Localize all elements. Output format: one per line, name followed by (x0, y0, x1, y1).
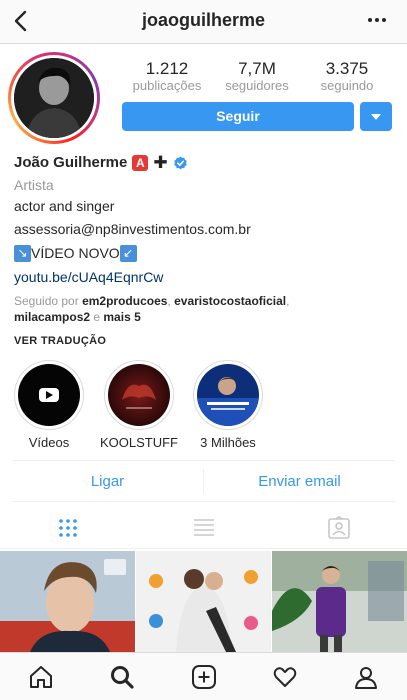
nav-search[interactable] (81, 653, 162, 700)
highlight-videos[interactable]: Vídeos (9, 360, 89, 450)
profile-category: Artista (14, 177, 54, 193)
post-thumbnail[interactable] (0, 551, 135, 652)
following-count: 3.375 (325, 59, 369, 78)
posts-label: publicações (132, 78, 202, 93)
top-bar: joaoguilherme (0, 0, 407, 44)
bottom-navigation (0, 652, 407, 700)
home-icon (29, 665, 52, 688)
nav-new-post[interactable] (163, 653, 244, 700)
grid-icon (59, 518, 77, 537)
verified-badge-icon (173, 155, 187, 169)
profile-icon (355, 666, 378, 689)
bio-link[interactable]: youtu.be/cUAq4EqnrCw (14, 267, 399, 287)
followed-separator-2: , (286, 294, 290, 308)
add-icon (191, 664, 216, 689)
tab-grid[interactable] (0, 507, 136, 548)
call-button[interactable]: Ligar (12, 461, 203, 501)
profile-avatar-ring[interactable] (8, 52, 100, 144)
see-translation-link[interactable]: VER TRADUÇÃO (14, 335, 399, 347)
stat-followers[interactable]: 7,7M seguidores (212, 60, 302, 96)
followed-by[interactable]: Seguido por em2producoes, evaristocostao… (14, 293, 399, 325)
stat-posts[interactable]: 1.212 publicações (122, 60, 212, 96)
bio-text: actor and singer (14, 198, 115, 214)
post-grid (0, 551, 407, 652)
highlight-label: 3 Milhões (200, 435, 256, 450)
search-icon (111, 665, 134, 689)
followed-and: e (90, 310, 104, 324)
tab-list[interactable] (136, 507, 272, 548)
followed-more: mais 5 (103, 310, 141, 324)
profile-tabs (0, 507, 407, 549)
following-label: seguindo (320, 78, 374, 93)
more-options-icon[interactable] (367, 10, 387, 30)
a-button-emoji: A (132, 155, 149, 171)
story-highlights: Vídeos KOOLSTUFF 3 Milhões (0, 360, 407, 452)
follower-name-1: em2producoes (82, 294, 168, 308)
bio-video-text: VÍDEO NOVO (31, 245, 120, 261)
profile-bio: João Guilherme A ✚ Artista actor and sin… (14, 152, 399, 347)
bio-email[interactable]: assessoria@np8investimentos.com.br (14, 219, 399, 239)
highlight-videos-cover (18, 364, 80, 426)
bio-video-line: ↘ VÍDEO NOVO ↙ (14, 243, 399, 263)
list-icon (193, 518, 214, 536)
send-email-button[interactable]: Enviar email (204, 461, 395, 501)
highlight-label: Vídeos (28, 435, 70, 450)
highlight-label: KOOLSTUFF (99, 435, 178, 450)
avatar (14, 58, 94, 138)
follow-button[interactable]: Seguir (122, 102, 354, 131)
follower-name-3: milacampos2 (14, 310, 91, 324)
highlight-3-milhoes-cover (197, 364, 259, 426)
profile-name-row: João Guilherme A ✚ (14, 152, 399, 174)
suggestions-dropdown-button[interactable] (360, 102, 392, 131)
nav-profile[interactable] (326, 653, 407, 700)
highlight-koolstuff[interactable]: KOOLSTUFF (99, 360, 179, 450)
followers-label: seguidores (225, 78, 289, 93)
post-thumbnail[interactable] (136, 551, 271, 652)
posts-count: 1.212 (145, 59, 189, 78)
followed-by-prefix: Seguido por (14, 294, 83, 308)
follower-name-2: evaristocostaoficial (174, 294, 287, 308)
arrow-down-right-emoji: ↘ (14, 244, 31, 262)
plus-emoji: ✚ (153, 153, 168, 172)
arrow-down-left-emoji: ↙ (119, 244, 137, 262)
tagged-icon (328, 515, 350, 539)
username-title: joaoguilherme (141, 10, 266, 30)
followers-count: 7,7M (238, 59, 276, 78)
nav-home[interactable] (0, 653, 81, 700)
profile-stats: 1.212 publicações 7,7M seguidores 3.375 … (122, 60, 392, 96)
tab-tagged[interactable] (271, 507, 407, 548)
highlight-3-milhoes[interactable]: 3 Milhões (188, 360, 268, 450)
nav-activity[interactable] (244, 653, 325, 700)
contact-actions: Ligar Enviar email (12, 460, 395, 502)
highlight-koolstuff-cover (108, 364, 170, 426)
chevron-down-icon (371, 114, 381, 120)
post-thumbnail[interactable] (272, 551, 407, 652)
heart-icon (273, 666, 297, 687)
stat-following[interactable]: 3.375 seguindo (302, 60, 392, 96)
profile-name: João Guilherme (14, 154, 128, 171)
